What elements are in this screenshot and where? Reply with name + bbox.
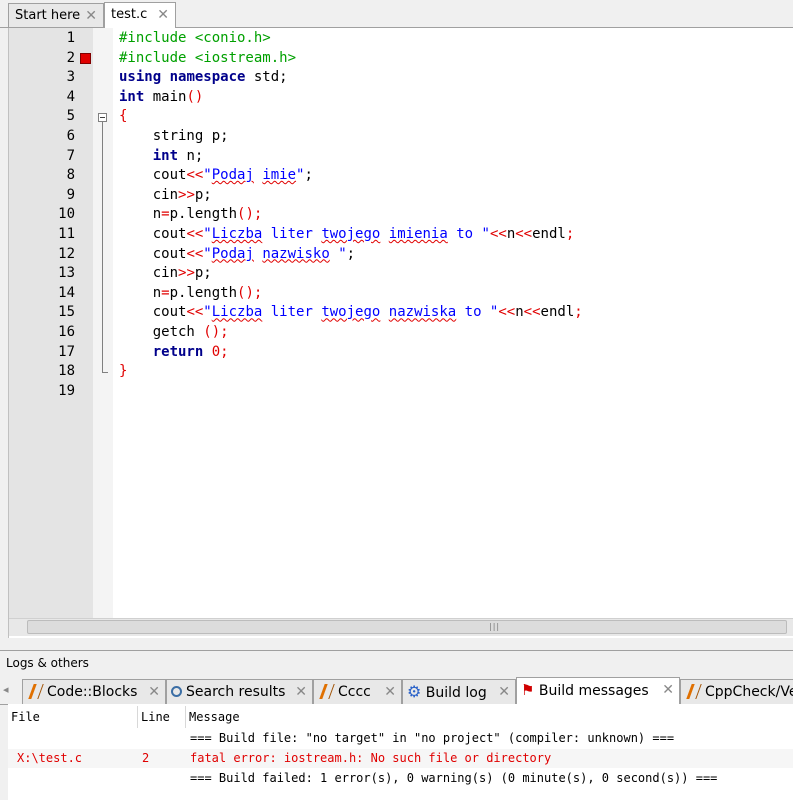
code-line-18: } <box>119 363 128 380</box>
code-line-4: int main() <box>119 88 204 105</box>
tab-build-log[interactable]: ⚙ Build log ✕ <box>402 679 516 704</box>
code-line-10: n=p.length(); <box>119 206 263 223</box>
cell-message: fatal error: iostream.h: No such file or… <box>190 751 552 765</box>
fold-line <box>102 122 103 372</box>
line-number: 15 <box>58 304 75 321</box>
code-line-3: using namespace std; <box>119 69 288 86</box>
error-marker-icon[interactable] <box>80 53 91 64</box>
column-header-message[interactable]: Message <box>186 706 793 728</box>
close-icon[interactable]: ✕ <box>498 680 510 704</box>
close-icon[interactable]: ✕ <box>148 680 160 704</box>
tab-label: Code::Blocks <box>47 684 138 700</box>
code-line-6: string p; <box>119 128 229 144</box>
flag-icon: ⚑ <box>521 681 535 699</box>
gear-icon: ⚙ <box>407 682 422 701</box>
line-number: 1 <box>66 30 75 46</box>
line-number: 2 <box>66 49 75 66</box>
code-line-15: cout<<"Liczba liter twojego nazwiska to … <box>119 304 583 321</box>
tab-codeblocks[interactable]: Code::Blocks ✕ <box>22 679 166 704</box>
code-line-7: int n; <box>152 147 204 164</box>
cell-message: === Build failed: 1 error(s), 0 warning(… <box>190 771 718 785</box>
line-number: 19 <box>58 382 75 399</box>
logs-tab-bar: ◂ Code::Blocks ✕ Search results ✕ Cccc ✕… <box>0 676 793 705</box>
editor-tab-bar: Start here ✕ test.c ✕ <box>0 0 793 28</box>
grip-icon: ||| <box>489 622 501 631</box>
line-number: 14 <box>58 284 75 301</box>
code-line-13: cin>>p; <box>119 265 212 282</box>
close-icon[interactable]: ✕ <box>85 4 97 28</box>
line-number: 10 <box>58 206 75 223</box>
code-line-5: { <box>119 108 128 125</box>
line-number: 5 <box>66 108 75 125</box>
line-number: 16 <box>58 324 75 340</box>
column-header-file[interactable]: File <box>8 706 138 728</box>
scrollbar-thumb[interactable] <box>27 620 787 634</box>
column-header-line[interactable]: Line <box>138 706 186 728</box>
code-line-14: n=p.length(); <box>119 284 263 301</box>
tab-test-c[interactable]: test.c ✕ <box>104 2 176 28</box>
close-icon[interactable]: ✕ <box>662 678 674 702</box>
code-line-2: #include <iostream.h> <box>119 49 297 66</box>
line-number: 18 <box>58 363 75 380</box>
tab-label: CppCheck/Ve <box>705 684 793 700</box>
code-line-9: cin>>p; <box>119 186 212 203</box>
line-number: 12 <box>58 245 75 262</box>
tab-label: Build log <box>425 685 487 701</box>
line-number: 4 <box>66 88 75 105</box>
line-number: 17 <box>58 343 75 360</box>
horizontal-scrollbar[interactable]: ||| <box>9 618 793 636</box>
code-line-8: cout<<"Podaj imie"; <box>119 167 313 184</box>
table-row[interactable]: === Build failed: 1 error(s), 0 warning(… <box>8 769 793 788</box>
tab-cppcheck[interactable]: CppCheck/Ve <box>680 679 793 704</box>
tab-label: Start here <box>15 8 81 23</box>
close-icon[interactable]: ✕ <box>384 680 396 704</box>
search-icon <box>171 685 182 697</box>
code-line-16: getch (); <box>119 324 229 340</box>
fold-end <box>102 372 108 373</box>
tab-cccc[interactable]: Cccc ✕ <box>313 679 402 704</box>
build-messages-list[interactable]: File Line Message === Build file: "no ta… <box>8 704 793 800</box>
table-row[interactable]: X:\test.c 2 fatal error: iostream.h: No … <box>8 749 793 768</box>
cell-line: 2 <box>142 751 150 765</box>
tab-label: Search results <box>186 684 286 700</box>
code-line-17: return 0; <box>152 343 229 360</box>
line-number: 11 <box>58 226 75 242</box>
line-number: 7 <box>66 147 75 164</box>
tab-start-here[interactable]: Start here ✕ <box>8 3 104 27</box>
code-line-12: cout<<"Podaj nazwisko "; <box>119 245 356 262</box>
tab-scroll-left-icon[interactable]: ◂ <box>3 680 17 700</box>
cell-message: === Build file: "no target" in "no proje… <box>190 731 675 745</box>
line-number: 9 <box>66 186 75 203</box>
code-area[interactable]: #include <conio.h> #include <iostream.h>… <box>113 28 793 618</box>
pencil-icon <box>319 683 335 699</box>
line-number-gutter[interactable]: 1 2 3 4 5 6 7 8 9 10 11 12 13 14 15 16 1… <box>9 28 93 618</box>
fold-margin[interactable] <box>93 28 113 618</box>
line-number: 13 <box>58 265 75 282</box>
logs-pane-title: Logs & others <box>0 650 793 674</box>
pencil-icon <box>28 683 44 699</box>
line-number: 3 <box>66 69 75 86</box>
tab-label: Build messages <box>538 683 649 699</box>
pencil-icon <box>686 683 702 699</box>
table-row[interactable]: === Build file: "no target" in "no proje… <box>8 729 793 748</box>
close-icon[interactable]: ✕ <box>295 680 307 704</box>
tab-label: Cccc <box>338 684 371 700</box>
tab-search-results[interactable]: Search results ✕ <box>166 679 313 704</box>
tab-build-messages[interactable]: ⚑ Build messages ✕ <box>516 677 680 705</box>
tab-label: test.c <box>111 7 148 22</box>
code-line-1: #include <conio.h> <box>119 30 271 46</box>
code-editor[interactable]: 1 2 3 4 5 6 7 8 9 10 11 12 13 14 15 16 1… <box>8 28 793 638</box>
line-number: 8 <box>66 167 75 184</box>
fold-collapse-icon[interactable] <box>98 113 107 122</box>
cell-file: X:\test.c <box>17 751 83 765</box>
line-number: 6 <box>66 128 75 144</box>
close-icon[interactable]: ✕ <box>157 3 169 27</box>
code-line-11: cout<<"Liczba liter twojego imienia to "… <box>119 226 575 242</box>
